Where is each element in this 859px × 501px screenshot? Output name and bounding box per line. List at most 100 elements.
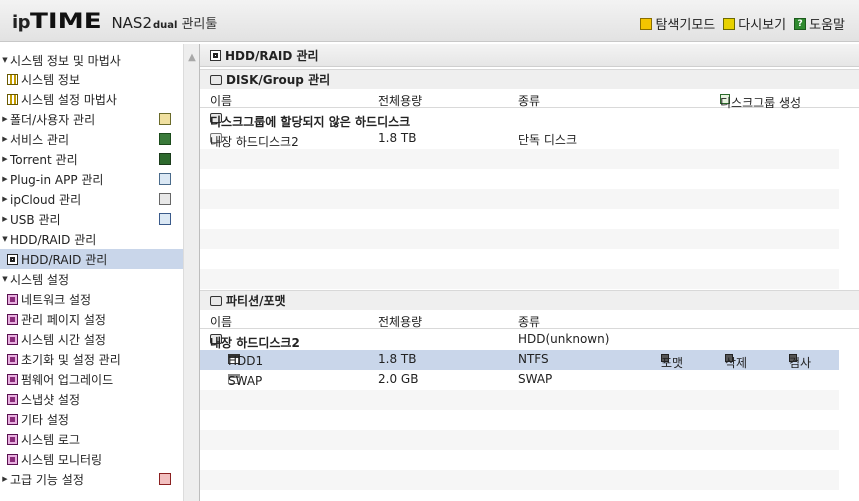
sidebar-item-usb[interactable]: ▶ USB 관리: [0, 209, 183, 229]
explorer-mode-link[interactable]: 탐색기모드: [640, 14, 715, 33]
scroll-up-arrow-icon[interactable]: ▲: [184, 50, 200, 66]
col-capacity: 전체용량: [378, 94, 423, 108]
sidebar-item-snapshot[interactable]: 스냅샷 설정: [0, 389, 183, 409]
folder-user-icon: [159, 113, 171, 125]
sidebar-item-system-info-wizard[interactable]: ▼ 시스템 정보 및 마법사: [0, 50, 183, 70]
collapsed-arrow-icon: ▶: [2, 475, 8, 483]
logo-ip: ip: [12, 12, 31, 33]
empty-row: [200, 229, 839, 249]
sidebar-item-advanced[interactable]: ▶ 고급 기능 설정: [0, 469, 183, 489]
sidebar-nav: ▼ 시스템 정보 및 마법사 시스템 정보 시스템 설정 마법사 ▶ 폴더/사용…: [0, 48, 183, 501]
sidebar-item-system-settings[interactable]: ▼ 시스템 설정: [0, 269, 183, 289]
empty-row: [200, 390, 839, 410]
partition-icon: [210, 295, 222, 306]
partition-type-cell: NTFS: [518, 352, 549, 366]
table-row[interactable]: SWAP 2.0 GB SWAP: [200, 370, 839, 390]
sidebar-item-system-info[interactable]: 시스템 정보: [0, 69, 183, 89]
sidebar-item-label: 시스템 정보: [21, 72, 81, 87]
sidebar-item-network[interactable]: 네트워크 설정: [0, 289, 183, 309]
sidebar-item-service[interactable]: ▶ 서비스 관리: [0, 129, 183, 149]
partition-name-label: HDD1: [228, 354, 264, 368]
sidebar-item-hdd-raid-group[interactable]: ▼ HDD/RAID 관리: [0, 229, 183, 249]
sidebar-item-monitoring[interactable]: 시스템 모니터링: [0, 449, 183, 469]
collapsed-arrow-icon: ▶: [2, 215, 8, 223]
col-capacity: 전체용량: [378, 315, 423, 329]
expand-arrow-icon: ▼: [2, 275, 8, 283]
table-row[interactable]: 내장 하드디스크2 1.8 TB 단독 디스크: [200, 129, 839, 149]
settings-icon: [7, 313, 18, 325]
sidebar-item-hdd-raid[interactable]: HDD/RAID 관리: [0, 249, 183, 269]
sidebar-scrollbar[interactable]: ▲: [183, 44, 199, 501]
empty-row: [200, 169, 839, 189]
settings-icon: [7, 453, 18, 465]
sidebar-item-system-time[interactable]: 시스템 시간 설정: [0, 329, 183, 349]
settings-icon: [7, 413, 18, 425]
sidebar-item-label: Plug-in APP 관리: [10, 172, 104, 187]
logo-tool-label: 관리툴: [181, 17, 218, 32]
sidebar-item-label: 기타 설정: [21, 412, 69, 427]
plugin-icon: [159, 173, 171, 185]
partition-disk-row[interactable]: 내장 하드디스크2 HDD(unknown): [200, 330, 839, 350]
col-name: 이름: [210, 94, 233, 108]
format-label: 포맷: [661, 356, 684, 370]
empty-row: [200, 450, 839, 470]
sidebar-item-label: 고급 기능 설정: [10, 472, 84, 487]
settings-icon: [7, 373, 18, 385]
disk-group-column-header: 이름 전체용량 종류 디스크그룹 생성: [200, 90, 859, 110]
cloud-icon: [159, 193, 171, 205]
explorer-mode-label: 탐색기모드: [655, 18, 716, 33]
partition-type-cell: SWAP: [518, 372, 553, 386]
partition-section-title: 파티션/포맷: [200, 290, 859, 310]
empty-row: [200, 269, 839, 289]
col-name: 이름: [210, 315, 233, 329]
unassigned-group-row[interactable]: 디스크그룹에 할당되지 않은 하드디스크: [200, 109, 839, 129]
sidebar-item-folder-user[interactable]: ▶ 폴더/사용자 관리: [0, 109, 183, 129]
help-link[interactable]: ? 도움말: [794, 14, 845, 33]
check-label: 검사: [789, 356, 812, 370]
empty-row: [200, 470, 839, 490]
logo-time: TIME: [30, 9, 102, 33]
service-icon: [159, 133, 171, 145]
sidebar-item-setup-wizard[interactable]: 시스템 설정 마법사: [0, 89, 183, 109]
sidebar-item-label: HDD/RAID 관리: [21, 252, 108, 267]
sidebar-item-reset-config[interactable]: 초기화 및 설정 관리: [0, 349, 183, 369]
collapsed-arrow-icon: ▶: [2, 175, 8, 183]
reload-icon: [723, 17, 736, 30]
sidebar-item-admin-page[interactable]: 관리 페이지 설정: [0, 309, 183, 329]
sidebar-item-label: HDD/RAID 관리: [10, 232, 97, 247]
help-icon: ?: [794, 17, 807, 30]
expand-arrow-icon: ▼: [2, 56, 8, 64]
sidebar-item-ipcloud[interactable]: ▶ ipCloud 관리: [0, 189, 183, 209]
settings-icon: [7, 293, 18, 305]
sidebar-item-label: 초기화 및 설정 관리: [21, 352, 121, 367]
sidebar-item-label: 관리 페이지 설정: [21, 312, 106, 327]
sidebar-item-label: 펌웨어 업그레이드: [21, 372, 114, 387]
sidebar-item-etc[interactable]: 기타 설정: [0, 409, 183, 429]
sidebar-item-label: 시스템 로그: [21, 432, 81, 447]
sidebar-item-firmware[interactable]: 펌웨어 업그레이드: [0, 369, 183, 389]
disk-type-cell: 단독 디스크: [518, 133, 578, 147]
partition-disk-type: HDD(unknown): [518, 332, 610, 346]
partition-capacity-cell: 2.0 GB: [378, 372, 419, 386]
sidebar-item-label: USB 관리: [10, 212, 61, 227]
reload-link[interactable]: 다시보기: [723, 14, 786, 33]
disk-stack-icon: [210, 74, 222, 85]
logo-dual: dual: [153, 20, 178, 31]
disk-name-label: 내장 하드디스크2: [210, 135, 299, 149]
panel-title: HDD/RAID 관리: [200, 44, 859, 67]
sidebar-item-torrent[interactable]: ▶ Torrent 관리: [0, 149, 183, 169]
app-header: ip TIME NAS2 dual 관리툴 탐색기모드 다시보기 ? 도움말: [0, 0, 859, 42]
reload-label: 다시보기: [738, 18, 787, 33]
partition-title-label: 파티션/포맷: [226, 294, 286, 308]
sidebar-item-label: 폴더/사용자 관리: [10, 112, 96, 127]
empty-row: [200, 430, 839, 450]
table-row[interactable]: HDD1 1.8 TB NTFS 포맷 삭제 검사: [200, 350, 839, 370]
col-type: 종류: [518, 315, 541, 329]
partition-column-header: 이름 전체용량 종류: [200, 311, 859, 329]
sidebar-item-label: 시스템 시간 설정: [21, 332, 106, 347]
sidebar-item-plugin-app[interactable]: ▶ Plug-in APP 관리: [0, 169, 183, 189]
usb-icon: [159, 213, 171, 225]
sidebar-item-system-log[interactable]: 시스템 로그: [0, 429, 183, 449]
disk-group-section-title: DISK/Group 관리: [200, 69, 859, 89]
empty-row: [200, 189, 839, 209]
